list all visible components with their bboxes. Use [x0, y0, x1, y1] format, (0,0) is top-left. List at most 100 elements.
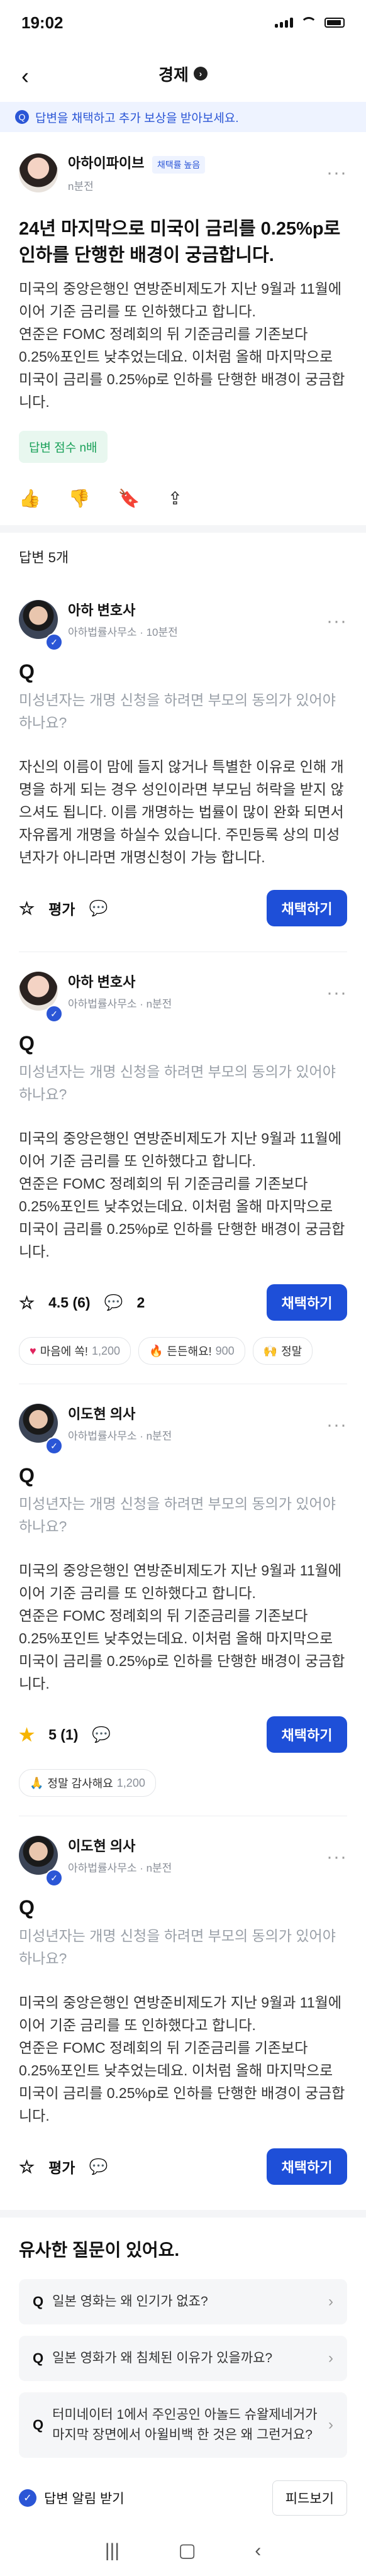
clap-icon: 🙌 — [263, 1344, 278, 1357]
system-icons — [275, 17, 345, 28]
comment-count: 2 — [136, 1294, 145, 1311]
bookmark-icon[interactable]: 🔖 — [118, 488, 140, 509]
rating: 4.5 (6) — [48, 1294, 91, 1311]
star-filled-icon[interactable]: ★ — [19, 1724, 35, 1745]
feed-button[interactable]: 피드보기 — [272, 2480, 347, 2516]
more-icon[interactable]: ··· — [326, 1414, 347, 1436]
verified-icon: ✓ — [45, 633, 63, 651]
chevron-right-icon: › — [328, 2416, 333, 2433]
reaction-label: 정말 — [281, 1345, 302, 1358]
home-icon[interactable]: ▢ — [179, 2540, 196, 2562]
answer-author[interactable]: 아하 변호사 아하법률사무소 · 10분전 — [19, 599, 347, 639]
banner-text: 답변을 채택하고 추가 보상을 받아보세요. — [35, 111, 239, 125]
comment-icon[interactable]: 💬 — [89, 2158, 108, 2176]
answer-author[interactable]: 아하 변호사 아하법률사무소 · n분전 — [19, 971, 347, 1011]
answerer-name: 이도현 의사 — [68, 1838, 136, 1854]
answerer-sub: 아하법률사무소 · n분전 — [68, 998, 172, 1010]
question-actions: 👍 👎 🔖 ⇪ — [19, 488, 347, 509]
reaction-row: ♥ 마음에 쏙! 1,200 🔥 든든해요! 900 🙌 정말 — [0, 1337, 366, 1384]
category-title-text: 경제 — [158, 65, 189, 84]
reaction-chip[interactable]: ♥ 마음에 쏙! 1,200 — [19, 1337, 131, 1365]
answer-author[interactable]: 이도현 의사 아하법률사무소 · n분전 — [19, 1403, 347, 1443]
answer-alert-toggle[interactable]: ✓ 답변 알림 받기 — [19, 2489, 125, 2507]
question-body: 미국의 중앙은행인 연방준비제도가 지난 9월과 11월에 이어 기준 금리를 … — [19, 280, 345, 410]
reaction-label: 정말 감사해요 — [47, 1777, 113, 1790]
system-nav-bar: ||| ▢ ‹ — [0, 2527, 366, 2574]
reaction-row: 🙏 정말 감사해요 1,200 — [0, 1769, 366, 1816]
author-name: 아하이파이브 — [68, 155, 145, 171]
similar-text: 터미네이터 1에서 주인공인 아놀드 슈왈제네거가 마지막 장면에서 아윌비백 … — [52, 2407, 318, 2442]
reaction-count: 900 — [215, 1344, 235, 1357]
fire-icon: 🔥 — [148, 1344, 164, 1357]
similar-item[interactable]: Q 일본 영화는 왜 인기가 없죠? › — [19, 2279, 347, 2324]
category-title[interactable]: 경제 › — [158, 62, 208, 86]
avatar — [19, 599, 58, 639]
answer-author[interactable]: 이도현 의사 아하법률사무소 · n분전 — [19, 1835, 347, 1875]
answerer-name: 이도현 의사 — [68, 1406, 136, 1422]
star-icon[interactable]: ☆ — [19, 1292, 35, 1313]
answer-card: 아하 변호사 아하법률사무소 · 10분전 ✓ ··· Q 미성년자는 개명 신… — [0, 580, 366, 952]
verified-icon: ✓ — [45, 1869, 63, 1887]
similar-item[interactable]: Q 일본 영화가 왜 침체된 이유가 있을까요? › — [19, 2336, 347, 2381]
more-icon[interactable]: ··· — [326, 1846, 347, 1868]
avatar — [19, 1835, 58, 1875]
thumbs-down-icon[interactable]: 👎 — [69, 488, 91, 509]
status-bar: 19:02 — [0, 0, 366, 45]
answerer-sub: 아하법률사무소 · 10분전 — [68, 626, 178, 638]
question-card: 아하이파이브 채택률 높음 n분전 ··· 24년 마지막으로 미국이 금리를 … — [0, 132, 366, 533]
comment-icon[interactable]: 💬 — [92, 1726, 111, 1744]
wifi-icon — [301, 17, 317, 28]
recent-apps-icon[interactable]: ||| — [105, 2540, 119, 2562]
heart-icon: ♥ — [30, 1344, 36, 1357]
star-icon[interactable]: ☆ — [19, 898, 35, 919]
adopt-button[interactable]: 채택하기 — [267, 2148, 347, 2185]
answerer-sub: 아하법률사무소 · n분전 — [68, 1862, 172, 1874]
back-nav-icon[interactable]: ‹ — [255, 2540, 261, 2562]
reaction-chip[interactable]: 🙏 정말 감사해요 1,200 — [19, 1769, 156, 1797]
answer-text: 미국의 중앙은행인 연방준비제도가 지난 9월과 11월에 이어 기준 금리를 … — [19, 1130, 345, 1260]
points-badge: 답변 점수 n배 — [19, 431, 108, 463]
similar-text: 일본 영화는 왜 인기가 없죠? — [52, 2294, 208, 2309]
q-icon: Q — [19, 1464, 35, 1487]
adopt-button[interactable]: 채택하기 — [267, 890, 347, 926]
info-icon: Q — [15, 110, 29, 124]
similar-item[interactable]: Q 터미네이터 1에서 주인공인 아놀드 슈왈제네거가 마지막 장면에서 아윌비백… — [19, 2392, 347, 2458]
answer-card: 이도현 의사 아하법률사무소 · n분전 ✓ ··· Q 미성년자는 개명 신청… — [0, 1384, 366, 1769]
reaction-chip[interactable]: 🔥 든든해요! 900 — [138, 1337, 245, 1365]
answers-count: 답변 5개 — [19, 550, 69, 565]
verified-icon: ✓ — [45, 1437, 63, 1455]
star-icon[interactable]: ☆ — [19, 2157, 35, 2177]
share-icon[interactable]: ⇪ — [168, 488, 182, 509]
comment-icon[interactable]: 💬 — [104, 1294, 123, 1312]
similar-title: 유사한 질문이 있어요. — [19, 2240, 180, 2260]
reward-banner[interactable]: Q 답변을 채택하고 추가 보상을 받아보세요. — [0, 102, 366, 132]
q-icon: Q — [19, 1896, 35, 1919]
chevron-right-icon: › — [193, 67, 208, 80]
thumbs-up-icon[interactable]: 👍 — [19, 488, 41, 509]
check-icon: ✓ — [19, 2489, 36, 2507]
avatar — [19, 1403, 58, 1443]
reaction-count: 1,200 — [116, 1776, 145, 1789]
reaction-chip[interactable]: 🙌 정말 — [252, 1337, 313, 1365]
similar-text: 일본 영화가 왜 침체된 이유가 있을까요? — [52, 2351, 273, 2365]
answer-footer: ☆ 평가 💬 채택하기 — [19, 890, 347, 952]
comment-icon[interactable]: 💬 — [89, 899, 108, 918]
top-nav: ‹ 경제 › — [0, 45, 366, 102]
adopt-button[interactable]: 채택하기 — [267, 1716, 347, 1753]
reaction-label: 든든해요! — [167, 1345, 212, 1358]
adopt-button[interactable]: 채택하기 — [267, 1284, 347, 1321]
screen: 19:02 ‹ 경제 › Q 답변을 채택하고 추가 보상을 받아보세요. 아하… — [0, 0, 366, 2576]
back-icon[interactable]: ‹ — [21, 63, 29, 89]
more-icon[interactable]: ··· — [326, 162, 347, 184]
referenced-question: 미성년자는 개명 신청을 하려면 부모의 동의가 있어야 하나요? — [19, 1928, 336, 1967]
q-icon: Q — [33, 2350, 44, 2366]
question-author[interactable]: 아하이파이브 채택률 높음 n분전 — [19, 152, 347, 193]
answerer-name: 아하 변호사 — [68, 602, 136, 618]
referenced-question: 미성년자는 개명 신청을 하려면 부모의 동의가 있어야 하나요? — [19, 692, 336, 731]
rating: 5 (1) — [48, 1726, 79, 1743]
rating: 평가 — [48, 2160, 75, 2176]
battery-icon — [324, 18, 345, 28]
chevron-right-icon: › — [328, 2293, 333, 2310]
more-icon[interactable]: ··· — [326, 982, 347, 1004]
more-icon[interactable]: ··· — [326, 611, 347, 632]
